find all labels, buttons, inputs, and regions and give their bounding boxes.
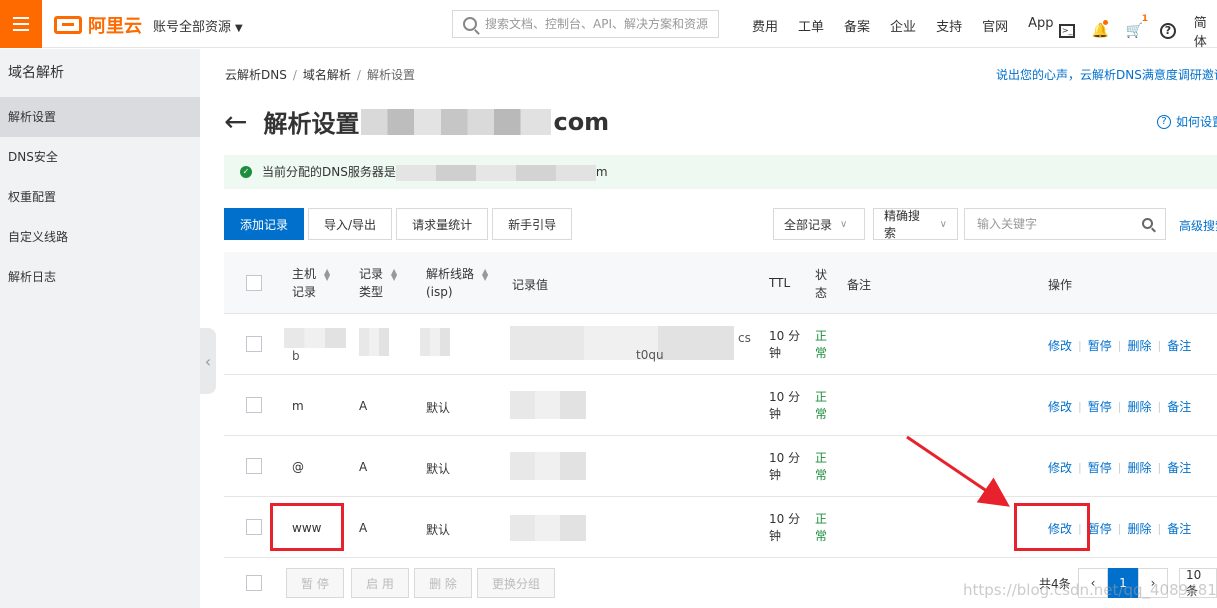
- annotation-arrow-icon: [906, 435, 1010, 507]
